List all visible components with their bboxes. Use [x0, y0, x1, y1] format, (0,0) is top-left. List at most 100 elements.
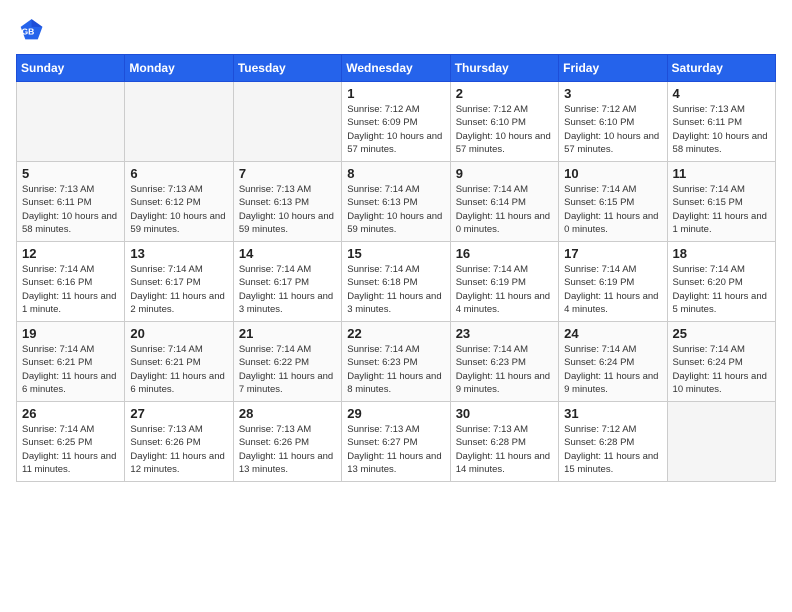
day-info: Sunrise: 7:13 AMSunset: 6:28 PMDaylight:…: [456, 423, 553, 476]
day-info: Sunrise: 7:14 AMSunset: 6:15 PMDaylight:…: [673, 183, 770, 236]
day-info: Sunrise: 7:14 AMSunset: 6:24 PMDaylight:…: [564, 343, 661, 396]
calendar-table: SundayMondayTuesdayWednesdayThursdayFrid…: [16, 54, 776, 482]
calendar-cell: 31 Sunrise: 7:12 AMSunset: 6:28 PMDayligh…: [559, 402, 667, 482]
day-number: 31: [564, 406, 661, 421]
calendar-cell: 10 Sunrise: 7:14 AMSunset: 6:15 PMDayligh…: [559, 162, 667, 242]
calendar-cell: 17 Sunrise: 7:14 AMSunset: 6:19 PMDayligh…: [559, 242, 667, 322]
day-number: 27: [130, 406, 227, 421]
calendar-cell: 25 Sunrise: 7:14 AMSunset: 6:24 PMDayligh…: [667, 322, 775, 402]
day-info: Sunrise: 7:12 AMSunset: 6:09 PMDaylight:…: [347, 103, 444, 156]
day-info: Sunrise: 7:13 AMSunset: 6:12 PMDaylight:…: [130, 183, 227, 236]
calendar-cell: 23Sunrise: 7:14 AMSunset: 6:23 PMDayligh…: [450, 322, 558, 402]
svg-text:GB: GB: [21, 27, 34, 37]
calendar-header-row: SundayMondayTuesdayWednesdayThursdayFrid…: [17, 55, 776, 82]
day-number: 9: [456, 166, 553, 181]
weekday-header: Thursday: [450, 55, 558, 82]
calendar-cell: 21 Sunrise: 7:14 AMSunset: 6:22 PMDayligh…: [233, 322, 341, 402]
day-info: Sunrise: 7:14 AMSunset: 6:14 PMDaylight:…: [456, 183, 553, 236]
calendar-cell: 4 Sunrise: 7:13 AMSunset: 6:11 PMDaylight…: [667, 82, 775, 162]
calendar-cell: 7 Sunrise: 7:13 AMSunset: 6:13 PMDaylight…: [233, 162, 341, 242]
day-info: Sunrise: 7:14 AMSunset: 6:22 PMDaylight:…: [239, 343, 336, 396]
day-info: Sunrise: 7:14 AMSunset: 6:15 PMDaylight:…: [564, 183, 661, 236]
calendar-week-row: 12 Sunrise: 7:14 AMSunset: 6:16 PMDayligh…: [17, 242, 776, 322]
logo-icon: GB: [16, 16, 44, 44]
day-number: 4: [673, 86, 770, 101]
calendar-cell: 27 Sunrise: 7:13 AMSunset: 6:26 PMDayligh…: [125, 402, 233, 482]
day-info: Sunrise: 7:12 AMSunset: 6:28 PMDaylight:…: [564, 423, 661, 476]
calendar-cell: [667, 402, 775, 482]
day-info: Sunrise: 7:13 AMSunset: 6:13 PMDaylight:…: [239, 183, 336, 236]
day-info: Sunrise: 7:13 AMSunset: 6:26 PMDaylight:…: [130, 423, 227, 476]
calendar-cell: 5 Sunrise: 7:13 AMSunset: 6:11 PMDaylight…: [17, 162, 125, 242]
day-number: 13: [130, 246, 227, 261]
calendar-cell: 30 Sunrise: 7:13 AMSunset: 6:28 PMDayligh…: [450, 402, 558, 482]
calendar-week-row: 19Sunrise: 7:14 AMSunset: 6:21 PMDayligh…: [17, 322, 776, 402]
day-number: 8: [347, 166, 444, 181]
day-number: 1: [347, 86, 444, 101]
calendar-cell: 8 Sunrise: 7:14 AMSunset: 6:13 PMDaylight…: [342, 162, 450, 242]
day-number: 10: [564, 166, 661, 181]
day-number: 22: [347, 326, 444, 341]
calendar-cell: 9 Sunrise: 7:14 AMSunset: 6:14 PMDaylight…: [450, 162, 558, 242]
calendar-cell: 2 Sunrise: 7:12 AMSunset: 6:10 PMDaylight…: [450, 82, 558, 162]
calendar-cell: [17, 82, 125, 162]
day-number: 14: [239, 246, 336, 261]
calendar-cell: 20 Sunrise: 7:14 AMSunset: 6:21 PMDayligh…: [125, 322, 233, 402]
weekday-header: Monday: [125, 55, 233, 82]
calendar-cell: 6 Sunrise: 7:13 AMSunset: 6:12 PMDaylight…: [125, 162, 233, 242]
day-info: Sunrise: 7:13 AMSunset: 6:11 PMDaylight:…: [673, 103, 770, 156]
day-info: Sunrise: 7:13 AMSunset: 6:26 PMDaylight:…: [239, 423, 336, 476]
calendar-cell: [125, 82, 233, 162]
calendar-cell: 29Sunrise: 7:13 AMSunset: 6:27 PMDayligh…: [342, 402, 450, 482]
day-number: 18: [673, 246, 770, 261]
calendar-cell: 1 Sunrise: 7:12 AMSunset: 6:09 PMDaylight…: [342, 82, 450, 162]
calendar-cell: 12 Sunrise: 7:14 AMSunset: 6:16 PMDayligh…: [17, 242, 125, 322]
day-info: Sunrise: 7:12 AMSunset: 6:10 PMDaylight:…: [564, 103, 661, 156]
day-info: Sunrise: 7:14 AMSunset: 6:21 PMDaylight:…: [130, 343, 227, 396]
day-number: 2: [456, 86, 553, 101]
calendar-cell: 26Sunrise: 7:14 AMSunset: 6:25 PMDayligh…: [17, 402, 125, 482]
day-info: Sunrise: 7:14 AMSunset: 6:13 PMDaylight:…: [347, 183, 444, 236]
calendar-cell: 15 Sunrise: 7:14 AMSunset: 6:18 PMDayligh…: [342, 242, 450, 322]
day-info: Sunrise: 7:14 AMSunset: 6:17 PMDaylight:…: [239, 263, 336, 316]
calendar-week-row: 1 Sunrise: 7:12 AMSunset: 6:09 PMDaylight…: [17, 82, 776, 162]
weekday-header: Saturday: [667, 55, 775, 82]
calendar-cell: 19Sunrise: 7:14 AMSunset: 6:21 PMDayligh…: [17, 322, 125, 402]
day-info: Sunrise: 7:14 AMSunset: 6:25 PMDaylight:…: [22, 423, 119, 476]
calendar-cell: 28 Sunrise: 7:13 AMSunset: 6:26 PMDayligh…: [233, 402, 341, 482]
calendar-cell: 22 Sunrise: 7:14 AMSunset: 6:23 PMDayligh…: [342, 322, 450, 402]
day-number: 30: [456, 406, 553, 421]
day-number: 29: [347, 406, 444, 421]
day-number: 12: [22, 246, 119, 261]
day-number: 5: [22, 166, 119, 181]
day-info: Sunrise: 7:13 AMSunset: 6:11 PMDaylight:…: [22, 183, 119, 236]
logo: GB: [16, 16, 48, 44]
day-number: 25: [673, 326, 770, 341]
day-number: 20: [130, 326, 227, 341]
day-info: Sunrise: 7:14 AMSunset: 6:16 PMDaylight:…: [22, 263, 119, 316]
day-number: 24: [564, 326, 661, 341]
day-number: 28: [239, 406, 336, 421]
day-info: Sunrise: 7:14 AMSunset: 6:24 PMDaylight:…: [673, 343, 770, 396]
calendar-cell: 3 Sunrise: 7:12 AMSunset: 6:10 PMDaylight…: [559, 82, 667, 162]
weekday-header: Wednesday: [342, 55, 450, 82]
day-info: Sunrise: 7:14 AMSunset: 6:23 PMDaylight:…: [456, 343, 553, 396]
day-info: Sunrise: 7:14 AMSunset: 6:23 PMDaylight:…: [347, 343, 444, 396]
calendar-cell: 16 Sunrise: 7:14 AMSunset: 6:19 PMDayligh…: [450, 242, 558, 322]
day-info: Sunrise: 7:14 AMSunset: 6:19 PMDaylight:…: [456, 263, 553, 316]
day-number: 6: [130, 166, 227, 181]
day-number: 16: [456, 246, 553, 261]
day-number: 7: [239, 166, 336, 181]
page-header: GB: [16, 16, 776, 44]
day-number: 21: [239, 326, 336, 341]
day-number: 3: [564, 86, 661, 101]
day-number: 11: [673, 166, 770, 181]
day-info: Sunrise: 7:14 AMSunset: 6:20 PMDaylight:…: [673, 263, 770, 316]
day-info: Sunrise: 7:14 AMSunset: 6:18 PMDaylight:…: [347, 263, 444, 316]
day-number: 17: [564, 246, 661, 261]
day-info: Sunrise: 7:14 AMSunset: 6:19 PMDaylight:…: [564, 263, 661, 316]
day-number: 15: [347, 246, 444, 261]
calendar-cell: 13Sunrise: 7:14 AMSunset: 6:17 PMDayligh…: [125, 242, 233, 322]
day-info: Sunrise: 7:12 AMSunset: 6:10 PMDaylight:…: [456, 103, 553, 156]
calendar-cell: 18 Sunrise: 7:14 AMSunset: 6:20 PMDayligh…: [667, 242, 775, 322]
